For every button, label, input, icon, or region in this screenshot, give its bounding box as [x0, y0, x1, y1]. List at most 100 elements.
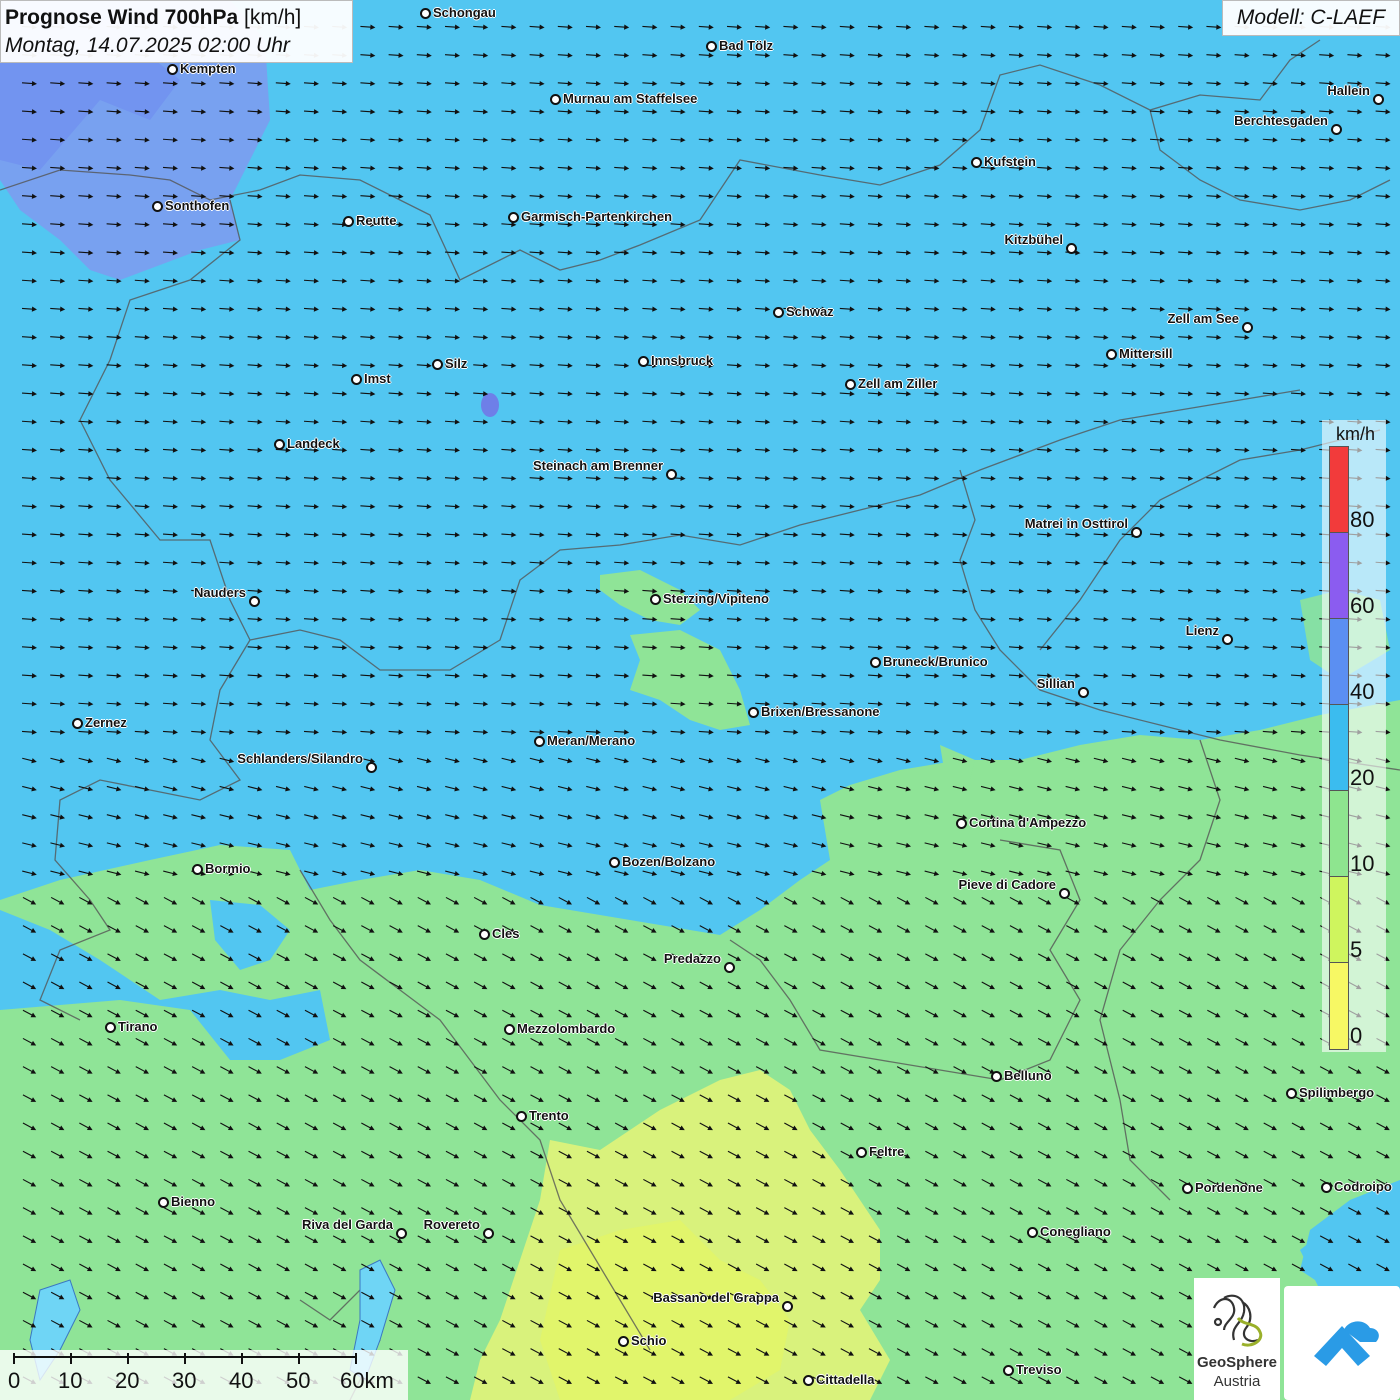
legend-tick-label: 20: [1350, 765, 1375, 790]
city-label: Cittadella: [816, 1372, 875, 1387]
legend-swatch: [1329, 704, 1349, 792]
city-marker: [1242, 322, 1253, 333]
city-marker: [1059, 888, 1070, 899]
city-label: Nauders: [193, 585, 246, 600]
city-marker: [1373, 94, 1384, 105]
city-marker: [105, 1022, 116, 1033]
city-label: Cles: [492, 926, 520, 941]
city-label: Silz: [445, 356, 468, 371]
title-text: Prognose Wind 700hPa: [5, 6, 239, 29]
legend-tick-label: 40: [1350, 679, 1375, 704]
city-marker: [351, 374, 362, 385]
city-label: Sterzing/Vipiteno: [663, 591, 769, 606]
city-marker: [152, 201, 163, 212]
city-marker: [609, 857, 620, 868]
scale-bar-label: 10: [58, 1368, 83, 1393]
city-label: Sonthofen: [165, 198, 230, 213]
scale-bar-label: 50: [286, 1368, 311, 1393]
city-marker: [782, 1301, 793, 1312]
map-view[interactable]: Prognose Wind 700hPa [km/h] Montag, 14.0…: [0, 0, 1400, 1400]
city-marker: [1131, 527, 1142, 538]
city-label: Schlanders/Silandro: [237, 751, 363, 766]
scale-bar-label: 40: [229, 1368, 254, 1393]
city-label: Bassano del Grappa: [653, 1290, 779, 1305]
city-marker: [845, 379, 856, 390]
scale-bar-label: 30: [172, 1368, 197, 1393]
city-marker: [1078, 687, 1089, 698]
city-marker: [1027, 1227, 1038, 1238]
map-title: Prognose Wind 700hPa [km/h]: [5, 4, 348, 32]
legend-tick-label: 10: [1350, 851, 1375, 876]
city-marker: [991, 1071, 1002, 1082]
city-marker: [971, 157, 982, 168]
city-label: Tirano: [118, 1019, 158, 1034]
city-marker: [803, 1375, 814, 1386]
city-label: Bienno: [171, 1194, 216, 1209]
city-label: Bruneck/Brunico: [883, 654, 988, 669]
title-box: Prognose Wind 700hPa [km/h] Montag, 14.0…: [0, 0, 353, 63]
legend-swatch: [1329, 446, 1349, 534]
city-marker: [618, 1336, 629, 1347]
city-label: Berchtesgaden: [1234, 113, 1328, 128]
city-marker: [366, 762, 377, 773]
city-label: Belluno: [1004, 1068, 1052, 1083]
city-marker: [343, 216, 354, 227]
city-label: Mittersill: [1119, 346, 1173, 361]
title-unit: [km/h]: [244, 6, 302, 29]
city-marker: [1106, 349, 1117, 360]
city-label: Spilimbergo: [1299, 1085, 1375, 1100]
city-marker: [1331, 124, 1342, 135]
city-marker: [192, 864, 203, 875]
city-marker: [1222, 634, 1233, 645]
city-marker: [1003, 1365, 1014, 1376]
legend-swatch: [1329, 618, 1349, 706]
legend-swatch: [1329, 962, 1349, 1050]
city-label: Trento: [529, 1108, 569, 1123]
city-marker: [274, 439, 285, 450]
city-marker: [1182, 1183, 1193, 1194]
city-marker: [666, 469, 677, 480]
city-label: Predazzo: [663, 951, 721, 966]
city-marker: [1286, 1088, 1297, 1099]
city-marker: [773, 307, 784, 318]
city-marker: [396, 1228, 407, 1239]
city-label: Bormio: [205, 861, 251, 876]
city-label: Kempten: [180, 61, 236, 76]
city-label: Matrei in Osttirol: [1024, 516, 1128, 531]
legend-unit: km/h: [1336, 424, 1376, 444]
city-label: Feltre: [869, 1144, 905, 1159]
city-label: Pieve di Cadore: [958, 877, 1056, 892]
city-label: Zell am See: [1167, 311, 1239, 326]
city-label: Lienz: [1185, 623, 1219, 638]
city-marker: [249, 596, 260, 607]
city-marker: [483, 1228, 494, 1239]
city-marker: [420, 8, 431, 19]
city-label: Riva del Garda: [301, 1217, 393, 1232]
geosphere-country: Austria: [1213, 1373, 1261, 1390]
model-label: Modell: C-LAEF: [1222, 0, 1400, 36]
city-marker: [1321, 1182, 1332, 1193]
city-label: Reutte: [356, 213, 397, 228]
city-label: Landeck: [287, 436, 340, 451]
city-marker: [504, 1024, 515, 1035]
city-label: Pordenone: [1195, 1180, 1263, 1195]
city-label: Murnau am Staffelsee: [563, 91, 698, 106]
city-marker: [158, 1197, 169, 1208]
city-marker: [534, 736, 545, 747]
legend-swatch: [1329, 876, 1349, 964]
city-label: Mezzolombardo: [517, 1021, 616, 1036]
geosphere-logo[interactable]: GeoSphere Austria: [1194, 1278, 1280, 1400]
forecast-datetime: Montag, 14.07.2025 02:00 Uhr: [5, 34, 290, 57]
city-marker: [748, 707, 759, 718]
legend-swatch: [1329, 532, 1349, 620]
city-marker: [638, 356, 649, 367]
city-marker: [856, 1147, 867, 1158]
city-marker: [432, 359, 443, 370]
scale-bar-label: 20: [115, 1368, 140, 1393]
city-marker: [479, 929, 490, 940]
app-logo[interactable]: [1284, 1286, 1400, 1400]
city-label: Kufstein: [984, 154, 1036, 169]
city-label: Innsbruck: [651, 353, 714, 368]
scale-bar-label: 60km: [340, 1368, 394, 1393]
city-marker: [870, 657, 881, 668]
